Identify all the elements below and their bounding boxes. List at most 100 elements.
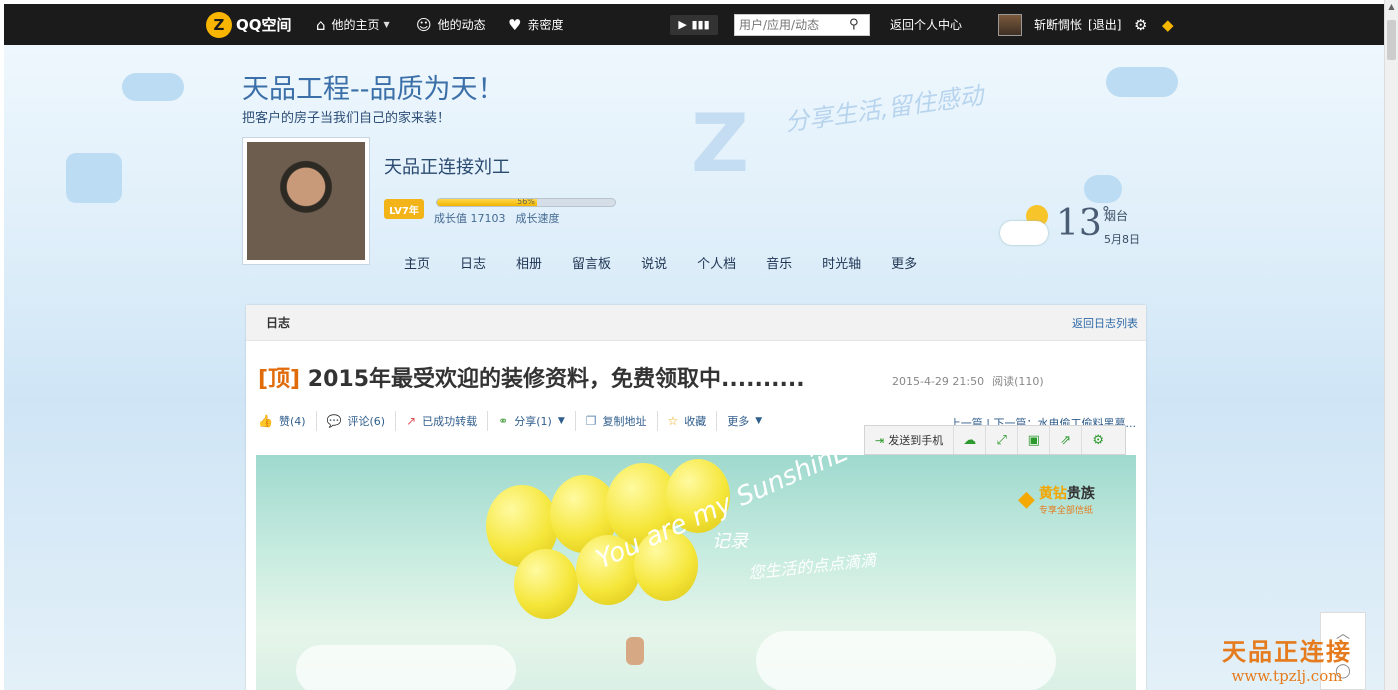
balloon	[514, 549, 578, 619]
back-to-personal-center[interactable]: 返回个人中心	[890, 4, 962, 45]
expand-icon: ⤢	[996, 432, 1007, 448]
diamond-icon: ◆	[1018, 487, 1035, 512]
cloud-icon: ☁	[963, 432, 977, 448]
user-icon: ☺	[416, 15, 432, 34]
home-icon: ⌂	[316, 15, 326, 34]
post-time: 2015-4-29 21:50	[892, 375, 985, 388]
gear-icon: ⚙	[1134, 15, 1148, 34]
camera-decor-icon	[66, 153, 122, 203]
post-banner-image: You are my SunshinE 记录 您生活的点点滴滴 ◆ 黄钻贵族 专…	[256, 455, 1136, 690]
growth-value[interactable]: 成长值 17103	[434, 212, 506, 225]
nav-more[interactable]: 更多	[891, 253, 917, 272]
decor-cloud	[1106, 67, 1178, 97]
cloud-save-button[interactable]: ☁	[954, 426, 987, 454]
back-to-list-link[interactable]: 返回日志列表	[1072, 315, 1138, 331]
nav-his-home[interactable]: ⌂ 他的主页 ▼	[316, 4, 390, 45]
weather-city: 烟台	[1104, 209, 1129, 223]
comment-icon: 💬	[326, 414, 342, 428]
settings-button[interactable]: ⚙	[1134, 4, 1153, 45]
decor-cloud	[122, 73, 184, 101]
banner-text-line1: 记录	[712, 531, 748, 552]
diamond-icon: ◆	[1162, 15, 1174, 34]
owner-avatar[interactable]	[242, 137, 370, 265]
space-header: Z 分享生活,留住感动 天品工程--品质为天！ 把客户的房子当我们自己的家来装！…	[4, 45, 1384, 690]
nav-shuoshuo[interactable]: 说说	[641, 253, 667, 272]
chevron-down-icon: ▼	[557, 416, 565, 426]
send-to-phone-button[interactable]: ⇥ 发送到手机	[865, 426, 955, 454]
growth-speed-link[interactable]: 成长速度	[516, 212, 560, 225]
music-player-control[interactable]: ▶ ▮▮▮	[670, 4, 718, 45]
blog-post-card: 日志 返回日志列表 [顶] 2015年最受欢迎的装修资料，免费领取中......…	[246, 305, 1146, 690]
pinned-tag: [顶]	[258, 367, 301, 392]
yellow-diamond-button[interactable]: ◆	[1162, 4, 1174, 45]
favorite-button[interactable]: ☆ 收藏	[658, 411, 718, 431]
section-title: 日志	[266, 316, 291, 330]
space-title: 天品工程--品质为天！	[242, 74, 505, 105]
save-button[interactable]: ▣	[1018, 426, 1051, 454]
gear-icon: ⚙	[1092, 432, 1105, 448]
nav-timeline[interactable]: 时光轴	[822, 253, 861, 272]
avatar[interactable]	[998, 13, 1022, 36]
user-account[interactable]: 斩断惆怅 [退出]	[998, 4, 1121, 45]
top-navigation-bar: Z QQ空间 ⌂ 他的主页 ▼ ☺ 他的动态 ♥ 亲密度 ▶ ▮▮▮ ⚲ 返回个…	[4, 4, 1384, 45]
card-header: 日志 返回日志列表	[246, 305, 1146, 341]
nav-intimacy[interactable]: ♥ 亲密度	[508, 4, 563, 45]
copy-link-button[interactable]: ❐ 复制地址	[576, 411, 658, 431]
level-badge[interactable]: LV7年	[384, 199, 424, 219]
chat-bubble-decor-icon	[1084, 175, 1122, 203]
scroll-up-arrow-icon[interactable]: ▲	[1385, 0, 1398, 14]
scrollbar-thumb[interactable]	[1387, 20, 1396, 60]
toolbar-settings-button[interactable]: ⚙	[1082, 426, 1114, 454]
more-button[interactable]: 更多 ▼	[717, 411, 772, 431]
nav-album[interactable]: 相册	[516, 253, 542, 272]
like-button[interactable]: 👍 赞(4)	[258, 411, 317, 431]
nav-guestbook[interactable]: 留言板	[572, 253, 611, 272]
weather-date: 5月8日	[1104, 233, 1140, 246]
weather-widget[interactable]: 13° 烟台 5月8日	[1000, 203, 1150, 253]
search-icon[interactable]: ⚲	[849, 17, 859, 32]
nav-blog[interactable]: 日志	[460, 253, 486, 272]
post-title: [顶] 2015年最受欢迎的装修资料，免费领取中..........	[258, 367, 805, 392]
qzone-logo[interactable]: Z QQ空间	[206, 4, 292, 45]
floppy-icon: ▣	[1027, 432, 1040, 448]
username[interactable]: 斩断惆怅	[1034, 16, 1082, 33]
repost-icon: ↗	[406, 414, 417, 428]
post-reads: 阅读(110)	[992, 375, 1044, 388]
copy-icon: ❐	[585, 414, 597, 428]
owner-name[interactable]: 天品正连接刘工	[384, 153, 510, 179]
equalizer-icon: ▮▮▮	[691, 18, 710, 31]
star-icon: ☆	[667, 414, 679, 428]
post-actions: 👍 赞(4) 💬 评论(6) ↗ 已成功转载 ⚭ 分享(1) ▼ ❐ 复制地址	[258, 411, 772, 431]
search-input[interactable]	[739, 17, 849, 32]
share-button[interactable]: ⚭ 分享(1) ▼	[488, 411, 576, 431]
cloud-icon	[1000, 221, 1048, 245]
nav-music[interactable]: 音乐	[766, 253, 792, 272]
page-scrollbar[interactable]: ▲	[1384, 0, 1398, 690]
repost-button[interactable]: ↗ 已成功转载	[396, 411, 489, 431]
logout-link[interactable]: [退出]	[1088, 16, 1121, 33]
logo-text: QQ空间	[236, 16, 292, 34]
yellow-diamond-vip-badge[interactable]: ◆ 黄钻贵族 专享全部信纸	[1018, 483, 1095, 516]
play-icon[interactable]: ▶	[678, 18, 686, 31]
hand-holding-balloons	[626, 637, 644, 665]
qzone-star-icon: Z	[206, 11, 232, 38]
qzone-watermark-icon: Z	[690, 97, 749, 190]
chevron-down-icon: ▼	[755, 416, 763, 426]
site-watermark: 天品正连接 www.tpzlj.com	[1222, 637, 1352, 685]
nav-profile[interactable]: 个人档	[697, 253, 736, 272]
header-slogan: 分享生活,留住感动	[783, 81, 985, 137]
chevron-down-icon: ▼	[383, 20, 390, 29]
nav-his-feed[interactable]: ☺ 他的动态	[416, 4, 486, 45]
search-box: ⚲	[734, 4, 870, 45]
post-toolbar: ⇥ 发送到手机 ☁ ⤢ ▣ ⇗ ⚙	[864, 425, 1126, 455]
export-button[interactable]: ⇗	[1050, 426, 1083, 454]
growth-info: 成长值 17103 成长速度	[434, 210, 560, 226]
space-main-nav: 主页 日志 相册 留言板 说说 个人档 音乐 时光轴 更多	[404, 253, 947, 272]
nav-home[interactable]: 主页	[404, 253, 430, 272]
banner-text-line2: 您生活的点点滴滴	[747, 550, 877, 583]
space-subtitle: 把客户的房子当我们自己的家来装！	[242, 111, 451, 126]
fullscreen-button[interactable]: ⤢	[986, 426, 1019, 454]
post-meta: 2015-4-29 21:50 阅读(110)	[892, 373, 1044, 389]
growth-progress-bar: 56%	[436, 198, 616, 207]
comment-button[interactable]: 💬 评论(6)	[317, 411, 397, 431]
